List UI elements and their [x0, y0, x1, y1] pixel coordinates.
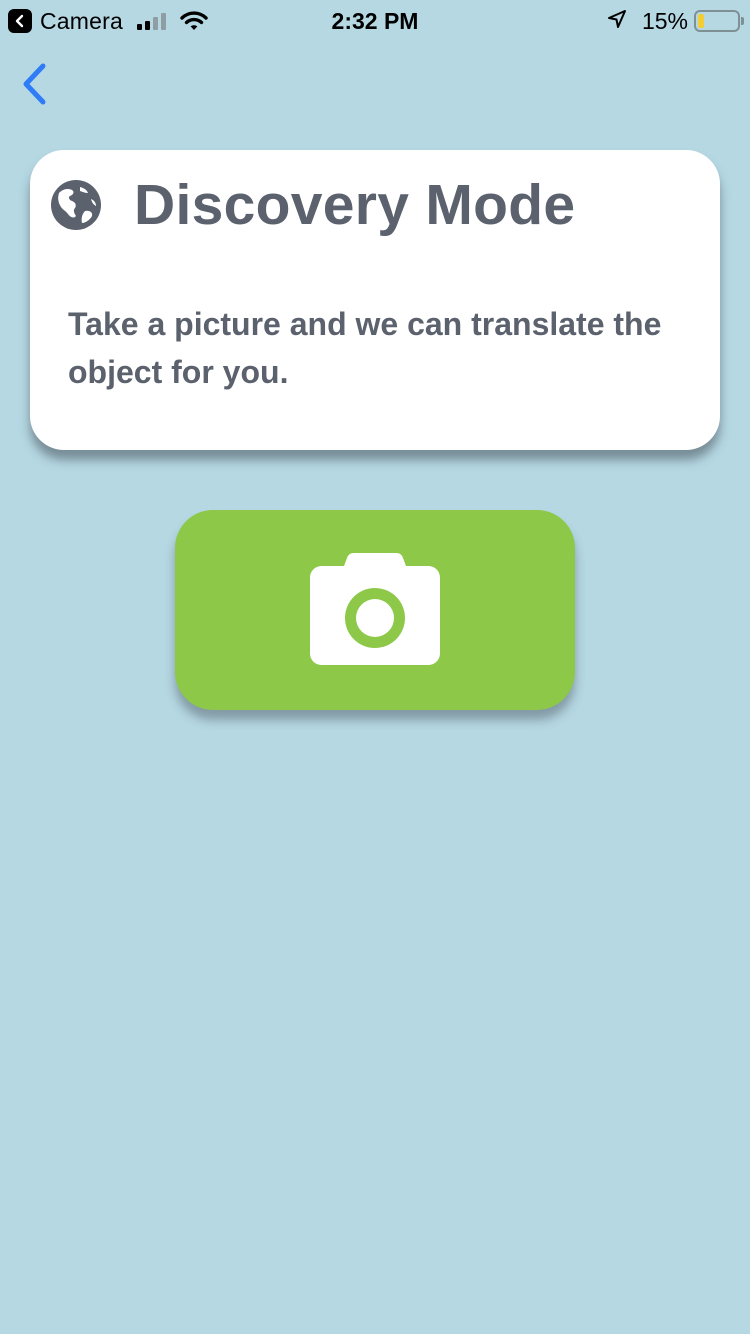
card-header: Discovery Mode	[50, 172, 575, 238]
discovery-mode-card: Discovery Mode Take a picture and we can…	[30, 150, 720, 450]
chevron-left-icon	[23, 63, 46, 105]
location-arrow-icon	[606, 8, 628, 35]
battery-icon	[694, 10, 744, 32]
status-right: 15%	[606, 7, 744, 35]
globe-icon	[50, 179, 102, 231]
card-description: Take a picture and we can translate the …	[68, 306, 662, 390]
battery-level-fill	[698, 14, 704, 28]
take-picture-button[interactable]	[175, 510, 575, 710]
camera-icon	[310, 553, 440, 665]
status-bar: Camera 2:32 PM 15%	[0, 0, 750, 40]
back-button[interactable]	[14, 60, 54, 108]
battery-percent: 15%	[641, 7, 688, 34]
card-title: Discovery Mode	[134, 173, 576, 237]
